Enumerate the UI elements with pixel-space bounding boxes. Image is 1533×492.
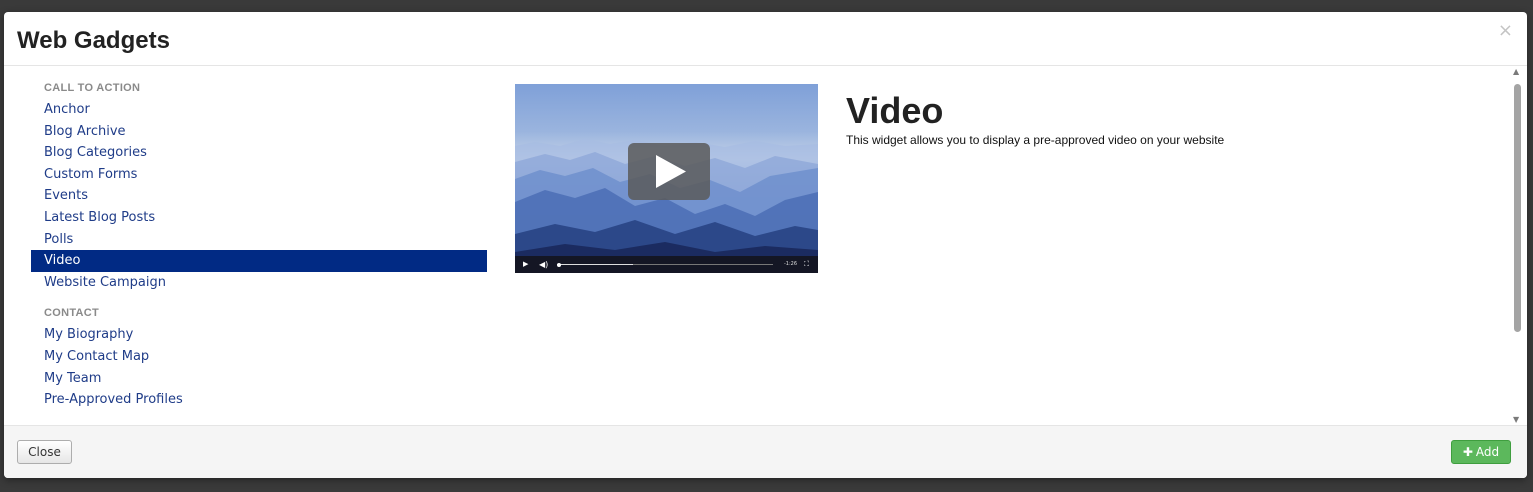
gadget-item-video[interactable]: Video (31, 250, 487, 272)
modal-title: Web Gadgets (17, 27, 170, 54)
gadget-item-latest-blog-posts[interactable]: Latest Blog Posts (31, 207, 487, 229)
gadget-item-my-biography[interactable]: My Biography (31, 324, 487, 346)
play-button[interactable] (628, 143, 710, 200)
gadget-item-website-campaign[interactable]: Website Campaign (31, 272, 487, 294)
add-button[interactable]: ✚ Add (1451, 440, 1511, 464)
gadget-item-pre-approved-profiles[interactable]: Pre-Approved Profiles (31, 389, 487, 411)
volume-icon[interactable]: ◀) (539, 256, 548, 273)
scroll-up-icon[interactable]: ▲ (1513, 68, 1519, 76)
scroll-down-icon[interactable]: ▼ (1513, 416, 1519, 424)
time-remaining: -1:26 (784, 261, 798, 267)
gadget-list: CALL TO ACTION Anchor Blog Archive Blog Cat… (31, 82, 487, 411)
gadget-description: This widget allows you to display a pre-… (846, 133, 1225, 147)
scroll-thumb[interactable] (1514, 84, 1521, 332)
scrollbar[interactable]: ▲ ▼ (1511, 68, 1523, 424)
modal-footer: Close ✚ Add (4, 425, 1527, 478)
progress-handle[interactable] (557, 262, 561, 267)
video-preview[interactable]: ▶ ◀) -1:26 ⛶ (515, 84, 818, 273)
gadget-item-events[interactable]: Events (31, 185, 487, 207)
section-label: CONTACT (44, 307, 100, 320)
add-button-label: Add (1475, 445, 1500, 459)
modal-header: Web Gadgets × (4, 12, 1527, 66)
gadget-item-polls[interactable]: Polls (31, 229, 487, 251)
gadget-item-blog-archive[interactable]: Blog Archive (31, 121, 487, 143)
play-icon[interactable]: ▶ (523, 256, 528, 273)
progress-bar[interactable] (557, 262, 773, 267)
video-controls: ▶ ◀) -1:26 ⛶ (515, 256, 818, 273)
section-label: CALL TO ACTION (44, 82, 141, 94)
progress-fill (557, 264, 633, 265)
plus-icon: ✚ (1462, 445, 1473, 459)
gadget-item-anchor[interactable]: Anchor (31, 99, 487, 121)
fullscreen-icon[interactable]: ⛶ (804, 256, 809, 273)
close-button[interactable]: Close (17, 440, 72, 464)
web-gadgets-modal: Web Gadgets × CALL TO ACTION Anchor Blog A… (4, 12, 1527, 478)
gadget-item-my-team[interactable]: My Team (31, 368, 487, 390)
gadget-title: Video (846, 90, 944, 131)
play-triangle-icon (656, 155, 686, 188)
gadget-item-my-contact-map[interactable]: My Contact Map (31, 346, 487, 368)
gadget-item-blog-categories[interactable]: Blog Categories (31, 142, 487, 164)
close-icon[interactable]: × (1498, 20, 1513, 41)
gadget-item-custom-forms[interactable]: Custom Forms (31, 164, 487, 186)
modal-body: CALL TO ACTION Anchor Blog Archive Blog Cat… (4, 66, 1527, 426)
